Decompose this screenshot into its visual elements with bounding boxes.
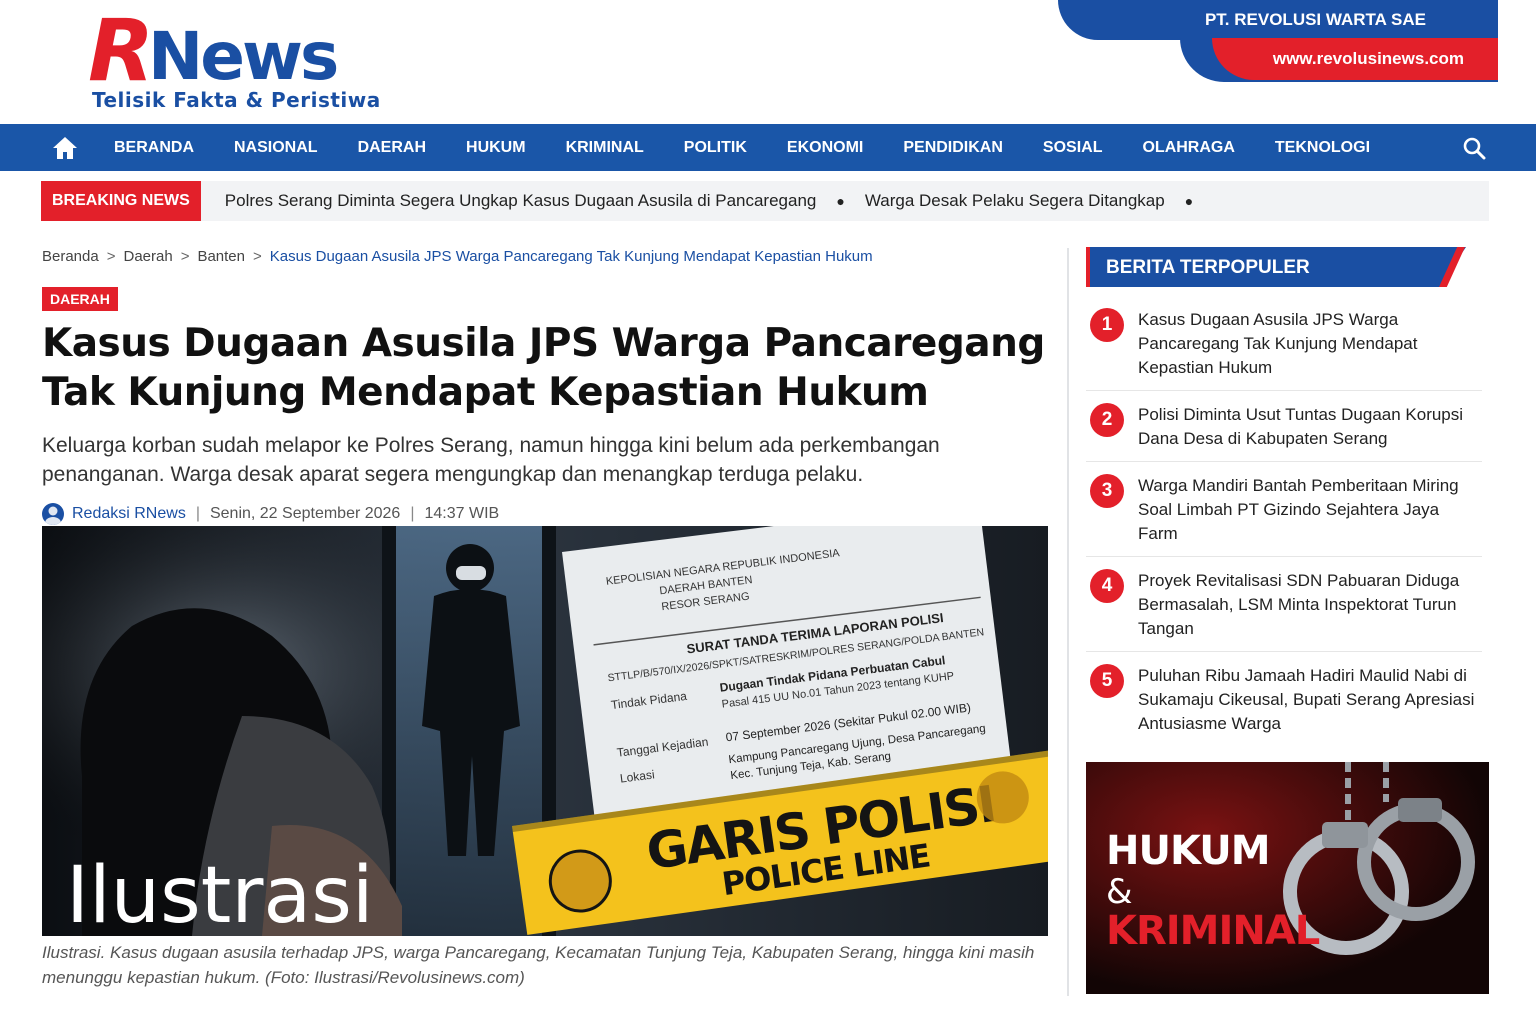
- popular-list: 1 Kasus Dugaan Asusila JPS Warga Pancare…: [1086, 308, 1486, 746]
- breadcrumb-banten[interactable]: Banten: [197, 248, 245, 265]
- breaking-news-label: BREAKING NEWS: [41, 181, 201, 221]
- popular-item[interactable]: 1 Kasus Dugaan Asusila JPS Warga Pancare…: [1086, 308, 1482, 391]
- hero-illustration: KEPOLISIAN NEGARA REPUBLIK INDONESIA DAE…: [42, 526, 1048, 936]
- category-badge[interactable]: DAERAH: [42, 287, 118, 311]
- article-title: Kasus Dugaan Asusila JPS Warga Pancarega…: [42, 321, 1045, 415]
- search-button[interactable]: [1462, 136, 1486, 165]
- promo-line2: KRIMINAL: [1106, 908, 1320, 954]
- sidebar: BERITA TERPOPULER 1 Kasus Dugaan Asusila…: [1086, 247, 1486, 758]
- nav-pendidikan[interactable]: PENDIDIKAN: [903, 139, 1003, 157]
- publish-time: 14:37 WIB: [424, 505, 500, 522]
- rank-badge: 4: [1090, 569, 1124, 603]
- hukum-kriminal-banner[interactable]: HUKUM & KRIMINAL: [1086, 762, 1489, 994]
- nav-kriminal[interactable]: KRIMINAL: [566, 139, 644, 157]
- rank-badge: 1: [1090, 308, 1124, 342]
- promo-amp: &: [1106, 872, 1133, 912]
- breadcrumb-beranda[interactable]: Beranda: [42, 248, 99, 265]
- nav-teknologi[interactable]: TEKNOLOGI: [1275, 139, 1370, 157]
- promo-line1: HUKUM: [1106, 828, 1271, 874]
- popular-item-title[interactable]: Warga Mandiri Bantah Pemberitaan Miring …: [1138, 474, 1482, 546]
- popular-heading: BERITA TERPOPULER: [1086, 247, 1466, 287]
- ticker-item[interactable]: Polres Serang Diminta Segera Ungkap Kasu…: [225, 191, 817, 211]
- publish-date: Senin, 22 September 2026: [209, 505, 401, 522]
- nav-sosial[interactable]: SOSIAL: [1043, 139, 1103, 157]
- popular-item[interactable]: 4 Proyek Revitalisasi SDN Pabuaran Didug…: [1086, 569, 1482, 652]
- article-lead: Keluarga korban sudah melapor ke Polres …: [42, 434, 940, 486]
- nav-olahraga[interactable]: OLAHRAGA: [1142, 139, 1234, 157]
- popular-item-title[interactable]: Kasus Dugaan Asusila JPS Warga Pancarega…: [1138, 308, 1482, 380]
- column-divider: [1067, 248, 1069, 996]
- main-nav: BERANDA NASIONAL DAERAH HUKUM KRIMINAL P…: [0, 124, 1536, 171]
- popular-item[interactable]: 2 Polisi Diminta Usut Tuntas Dugaan Koru…: [1086, 403, 1482, 462]
- popular-item[interactable]: 3 Warga Mandiri Bantah Pemberitaan Mirin…: [1086, 474, 1482, 557]
- breadcrumb-daerah[interactable]: Daerah: [123, 248, 172, 265]
- nav-nasional[interactable]: NASIONAL: [234, 139, 318, 157]
- nav-hukum[interactable]: HUKUM: [466, 139, 526, 157]
- nav-home-button[interactable]: [38, 124, 92, 171]
- popular-item-title[interactable]: Proyek Revitalisasi SDN Pabuaran Diduga …: [1138, 569, 1482, 641]
- breadcrumb-current: Kasus Dugaan Asusila JPS Warga Pancarega…: [269, 248, 873, 265]
- image-caption: Ilustrasi. Kasus dugaan asusila terhadap…: [42, 943, 1035, 987]
- popular-heading-text: BERITA TERPOPULER: [1106, 257, 1310, 278]
- logo-tagline: Telisik Fakta & Peristiwa: [92, 88, 381, 112]
- corporate-banner: PT. REVOLUSI WARTA SAE www.revolusinews.…: [1056, 0, 1536, 110]
- ticker-separator: ●: [1184, 193, 1194, 209]
- author-link[interactable]: Redaksi RNews: [72, 505, 186, 523]
- site-header: R News Telisik Fakta & Peristiwa PT. REV…: [0, 0, 1536, 124]
- ticker-separator: ●: [836, 193, 845, 209]
- breadcrumb: Beranda > Daerah > Banten > Kasus Dugaan Asusi…: [42, 248, 873, 265]
- ticker-item[interactable]: Warga Desak Pelaku Segera Ditangkap: [865, 191, 1165, 211]
- nav-beranda[interactable]: BERANDA: [114, 139, 194, 157]
- nav-daerah[interactable]: DAERAH: [358, 139, 426, 157]
- popular-item-title[interactable]: Puluhan Ribu Jamaah Hadiri Maulid Nabi d…: [1138, 664, 1482, 736]
- popular-item[interactable]: 5 Puluhan Ribu Jamaah Hadiri Maulid Nabi…: [1086, 664, 1482, 746]
- website-link[interactable]: www.revolusinews.com: [1212, 38, 1498, 80]
- nav-ekonomi[interactable]: EKONOMI: [787, 139, 863, 157]
- rank-badge: 5: [1090, 664, 1124, 698]
- hero-watermark: Ilustrasi: [66, 851, 374, 936]
- logo-news: News: [148, 18, 339, 95]
- rank-badge: 2: [1090, 403, 1124, 437]
- home-icon: [53, 136, 77, 159]
- popular-item-title[interactable]: Polisi Diminta Usut Tuntas Dugaan Korups…: [1138, 403, 1482, 451]
- nav-politik[interactable]: POLITIK: [684, 139, 747, 157]
- avatar-icon: [42, 503, 64, 525]
- logo-r: R: [88, 1, 154, 101]
- company-name: PT. REVOLUSI WARTA SAE: [1058, 0, 1498, 40]
- breaking-news-ticker: BREAKING NEWS Polres Serang Diminta Sege…: [41, 181, 1489, 221]
- hero-image: KEPOLISIAN NEGARA REPUBLIK INDONESIA DAE…: [42, 526, 1048, 936]
- search-icon: [1463, 137, 1486, 160]
- rank-badge: 3: [1090, 474, 1124, 508]
- article-meta: Redaksi RNews | Senin, 22 September 2026…: [42, 503, 1048, 525]
- site-logo[interactable]: R News Telisik Fakta & Peristiwa: [88, 8, 428, 116]
- article-main: Beranda > Daerah > Banten > Kasus Dugaan Asusi…: [42, 248, 1048, 987]
- handcuffs-icon: [1086, 762, 1489, 994]
